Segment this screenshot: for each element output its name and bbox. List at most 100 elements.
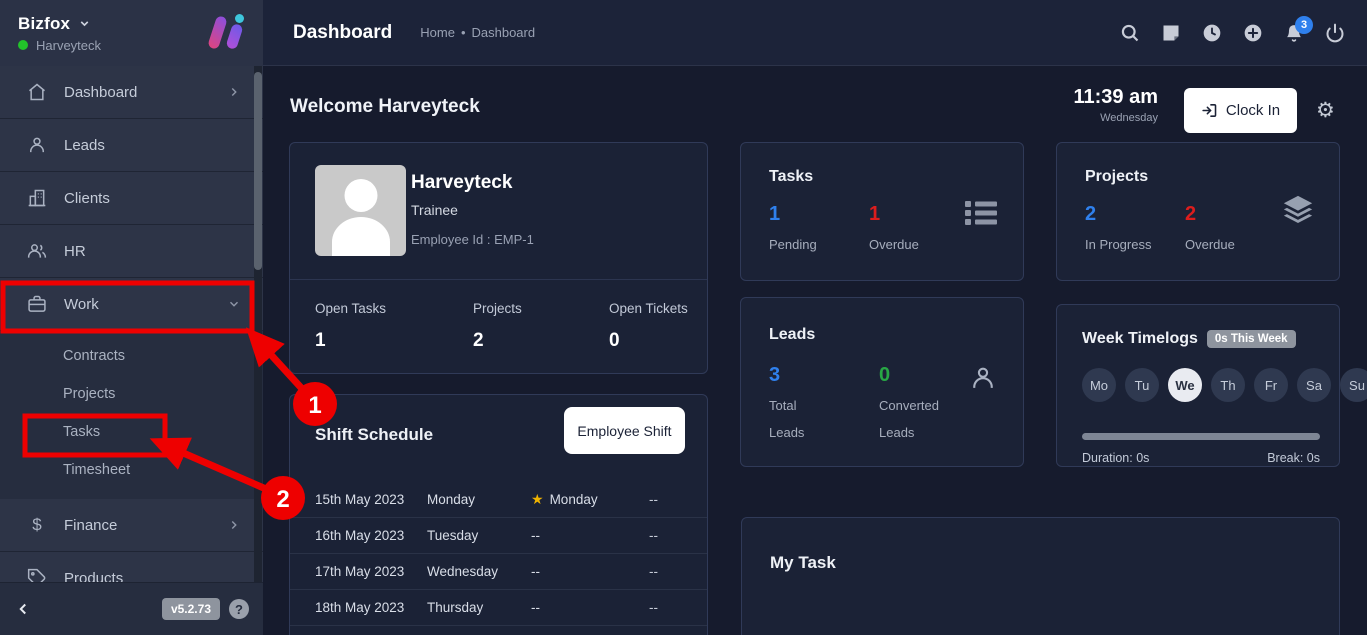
sidebar-item-work[interactable]: Work: [0, 278, 263, 331]
sidebar-item-label: Products: [64, 570, 241, 583]
tasks-pending-value: 1: [769, 203, 780, 226]
notes-icon[interactable]: [1161, 23, 1181, 43]
shift-name: --: [531, 528, 540, 543]
main-content: Welcome Harveyteck 11:39 am Wednesday Cl…: [263, 66, 1367, 635]
my-task-card: My Task Task# Task Status Due Date New T…: [741, 517, 1340, 635]
breadcrumb: Home • Dashboard: [420, 25, 535, 40]
leads-total-label2: Leads: [769, 425, 804, 440]
clock-in-button[interactable]: Clock In: [1184, 88, 1297, 133]
day-tu: Tu: [1125, 368, 1159, 402]
sidebar-scrollbar-thumb[interactable]: [254, 72, 262, 270]
submenu-item-contracts[interactable]: Contracts: [0, 337, 263, 375]
day-th: Th: [1211, 368, 1245, 402]
building-icon: [26, 187, 48, 209]
layers-icon: [1281, 193, 1315, 232]
breadcrumb-separator: •: [461, 25, 466, 40]
breadcrumb-home[interactable]: Home: [420, 25, 455, 40]
shift-schedule-title: Shift Schedule: [315, 425, 433, 445]
submenu-label: Contracts: [63, 348, 125, 364]
shift-time: --: [649, 564, 707, 579]
sidebar-header: Bizfox Harveyteck: [0, 0, 263, 66]
sidebar-item-label: HR: [64, 243, 241, 260]
person-outline-icon: [969, 364, 997, 397]
search-icon[interactable]: [1120, 23, 1140, 43]
submenu-item-tasks[interactable]: Tasks: [0, 413, 263, 451]
leads-total-label1: Total: [769, 398, 796, 413]
my-task-title: My Task: [770, 553, 836, 573]
sidebar: Bizfox Harveyteck Dashboard: [0, 0, 263, 635]
submenu-item-projects[interactable]: Projects: [0, 375, 263, 413]
shift-name: --: [531, 564, 540, 579]
projects-inprogress-value: 2: [1085, 203, 1096, 226]
leads-total-value: 3: [769, 364, 780, 387]
submenu-label: Projects: [63, 386, 115, 402]
tasks-overdue-label: Overdue: [869, 237, 919, 252]
stat-label: Open Tickets: [609, 301, 688, 316]
shift-time: --: [649, 600, 707, 615]
shift-date: 16th May 2023: [290, 528, 427, 543]
employee-shift-button[interactable]: Employee Shift: [564, 407, 685, 454]
shift-row: 18th May 2023 Thursday -- --: [290, 590, 707, 626]
sidebar-item-label: Finance: [64, 517, 227, 534]
home-icon: [26, 81, 48, 103]
shift-time: --: [649, 528, 707, 543]
sidebar-item-finance[interactable]: $ Finance: [0, 499, 263, 552]
collapse-sidebar-icon[interactable]: [14, 600, 32, 618]
shift-name: Monday: [550, 492, 598, 507]
sidebar-item-products[interactable]: Products: [0, 552, 263, 582]
day-mo: Mo: [1082, 368, 1116, 402]
shift-row: 17th May 2023 Wednesday -- --: [290, 554, 707, 590]
shift-time: --: [649, 492, 707, 507]
leads-converted-value: 0: [879, 364, 890, 387]
sidebar-item-dashboard[interactable]: Dashboard: [0, 66, 263, 119]
sidebar-item-hr[interactable]: HR: [0, 225, 263, 278]
add-icon[interactable]: [1243, 23, 1263, 43]
task-list-icon: [965, 200, 997, 231]
tasks-pending-label: Pending: [769, 237, 817, 252]
shift-table: 15th May 2023 Monday ★Monday -- 16th May…: [290, 482, 707, 635]
workspace-switcher[interactable]: Bizfox Harveyteck: [18, 14, 101, 53]
gear-icon[interactable]: ⚙: [1316, 98, 1335, 123]
timelog-break: Break: 0s: [1267, 451, 1320, 465]
clock-in-label: Clock In: [1226, 102, 1280, 119]
leads-card-title: Leads: [769, 326, 815, 344]
online-status-dot: [18, 40, 28, 50]
avatar: [315, 165, 406, 256]
stat-label: Open Tasks: [315, 301, 386, 316]
day-fr: Fr: [1254, 368, 1288, 402]
brand-name: Bizfox: [18, 14, 70, 34]
shift-row: [290, 626, 707, 635]
timelogs-title: Week Timelogs: [1082, 330, 1198, 348]
submenu-item-timesheet[interactable]: Timesheet: [0, 451, 263, 489]
shift-row: 15th May 2023 Monday ★Monday --: [290, 482, 707, 518]
bell-icon[interactable]: 3: [1284, 23, 1304, 43]
help-icon[interactable]: ?: [229, 599, 249, 619]
clock-icon[interactable]: [1202, 23, 1222, 43]
star-icon: ★: [531, 491, 544, 508]
shift-day: Monday: [427, 492, 531, 507]
sidebar-item-clients[interactable]: Clients: [0, 172, 263, 225]
stat-label: Projects: [473, 301, 522, 316]
weekday-row: Mo Tu We Th Fr Sa Su: [1082, 368, 1367, 402]
breadcrumb-current: Dashboard: [472, 25, 536, 40]
projects-overdue-label: Overdue: [1185, 237, 1235, 252]
sidebar-item-leads[interactable]: Leads: [0, 119, 263, 172]
power-icon[interactable]: [1325, 23, 1345, 43]
day-we-active: We: [1168, 368, 1202, 402]
week-timelogs-card: Week Timelogs 0s This Week Mo Tu We Th F…: [1056, 304, 1340, 467]
tasks-overdue-value: 1: [869, 203, 880, 226]
users-icon: [26, 240, 48, 262]
profile-stats: Open Tasks 1 Projects 2 Open Tickets 0: [290, 279, 707, 375]
stat-value: 0: [609, 330, 688, 352]
tag-icon: [26, 567, 48, 582]
current-day: Wednesday: [1043, 112, 1158, 124]
sidebar-item-label: Dashboard: [64, 84, 227, 101]
shift-day: Tuesday: [427, 528, 531, 543]
timelog-progress-bar: [1082, 433, 1320, 440]
briefcase-icon: [26, 293, 48, 315]
chevron-right-icon: [227, 85, 241, 99]
leads-converted-label1: Converted: [879, 398, 939, 413]
chevron-down-icon: [78, 17, 91, 30]
sidebar-item-label: Leads: [64, 137, 241, 154]
chevron-right-icon: [227, 518, 241, 532]
